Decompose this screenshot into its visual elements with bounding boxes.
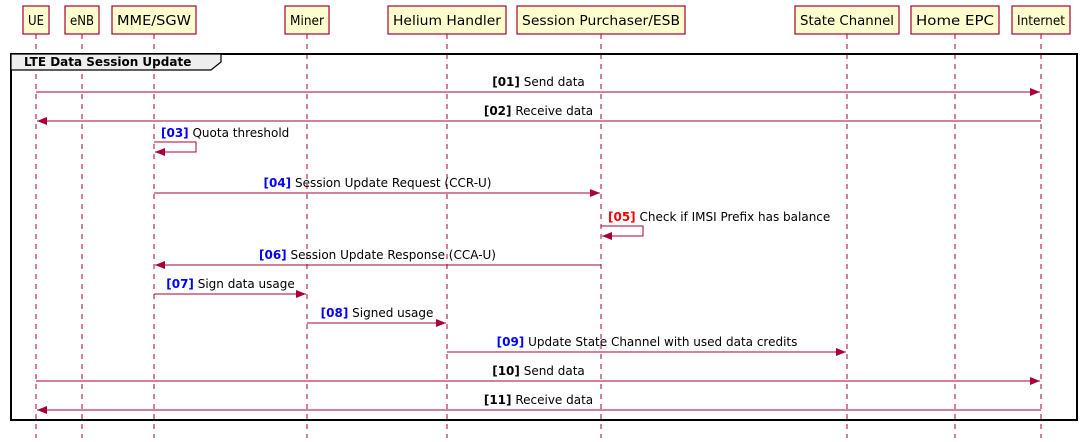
participant-label: eNB xyxy=(70,14,94,29)
message-number: [03] xyxy=(161,126,189,140)
message-text: Signed usage xyxy=(348,306,433,320)
sequence-diagram-canvas: LTE Data Session Update UE eNB MME/SGW Mine… xyxy=(10,5,1078,438)
participants: UE eNB MME/SGW Miner Helium Handler Session P… xyxy=(22,5,1071,35)
message-label: [10] Send data xyxy=(492,364,585,378)
message-label: [03] Quota threshold xyxy=(161,126,289,140)
message-number: [11] xyxy=(484,393,512,407)
arrowhead xyxy=(155,148,165,156)
message-10: [10] Send data xyxy=(36,364,1040,385)
arrowhead xyxy=(155,261,165,269)
participant-homeepc: Home EPC xyxy=(910,5,1000,35)
message-text: Update State Channel with used data cred… xyxy=(524,335,797,349)
arrowhead xyxy=(590,189,600,197)
message-text: Send data xyxy=(520,364,585,378)
message-number: [07] xyxy=(166,277,194,291)
message-1: [01] Send data xyxy=(36,75,1040,96)
participant-helium: Helium Handler xyxy=(387,5,507,35)
participant-esb: Session Purchaser/ESB xyxy=(516,5,686,35)
participant-label: UE xyxy=(28,14,44,29)
message-label: [01] Send data xyxy=(492,75,585,89)
message-number: [05] xyxy=(608,210,636,224)
message-5: [05] Check if IMSI Prefix has balance xyxy=(601,210,830,240)
message-text: Quota threshold xyxy=(189,126,290,140)
message-6: [06] Session Update Response (CCA-U) xyxy=(155,248,601,269)
message-label: [07] Sign data usage xyxy=(166,277,295,291)
message-text: Sign data usage xyxy=(194,277,295,291)
message-label: [09] Update State Channel with used data… xyxy=(497,335,798,349)
participant-internet: Internet xyxy=(1011,5,1071,35)
message-number: [10] xyxy=(492,364,520,378)
participant-label: MME/SGW xyxy=(117,14,191,29)
messages: [01] Send data [02] Receive data [03] Quot… xyxy=(36,75,1041,414)
participant-label: Miner xyxy=(290,14,325,29)
arrowhead xyxy=(436,319,446,327)
arrowhead xyxy=(836,348,846,356)
participant-label: Session Purchaser/ESB xyxy=(522,14,680,29)
participant-label: Helium Handler xyxy=(393,14,502,29)
message-text: Send data xyxy=(520,75,585,89)
message-text: Receive data xyxy=(512,104,594,118)
message-number: [02] xyxy=(484,104,512,118)
message-text: Session Update Response (CCA-U) xyxy=(287,248,496,262)
message-label: [08] Signed usage xyxy=(321,306,434,320)
participant-mme: MME/SGW xyxy=(111,5,197,35)
participant-label: Home EPC xyxy=(916,14,994,29)
message-9: [09] Update State Channel with used data… xyxy=(447,335,846,356)
participant-ue: UE xyxy=(22,5,50,35)
message-text: Session Update Request (CCR-U) xyxy=(291,176,491,190)
arrowhead xyxy=(602,232,612,240)
arrowhead xyxy=(37,406,47,414)
participant-label: State Channel xyxy=(800,14,894,29)
message-number: [04] xyxy=(263,176,291,190)
message-8: [08] Signed usage xyxy=(307,306,446,327)
message-3: [03] Quota threshold xyxy=(154,126,289,156)
arrowhead xyxy=(296,290,306,298)
participant-statechannel: State Channel xyxy=(794,5,900,35)
sequence-diagram: LTE Data Session Update UE eNB MME/SGW Mine… xyxy=(0,0,1089,442)
message-number: [06] xyxy=(259,248,287,262)
participant-enb: eNB xyxy=(64,5,100,35)
frame-title: LTE Data Session Update xyxy=(24,55,191,69)
message-label: [05] Check if IMSI Prefix has balance xyxy=(608,210,830,224)
participant-label: Internet xyxy=(1017,14,1065,29)
arrowhead xyxy=(37,117,47,125)
message-11: [11] Receive data xyxy=(37,393,1041,414)
message-label: [04] Session Update Request (CCR-U) xyxy=(263,176,491,190)
message-4: [04] Session Update Request (CCR-U) xyxy=(154,176,600,197)
message-label: [02] Receive data xyxy=(484,104,593,118)
participant-miner: Miner xyxy=(284,5,330,35)
arrowhead xyxy=(1030,377,1040,385)
arrowhead xyxy=(1030,88,1040,96)
message-text: Check if IMSI Prefix has balance xyxy=(636,210,831,224)
message-label: [06] Session Update Response (CCA-U) xyxy=(259,248,496,262)
message-label: [11] Receive data xyxy=(484,393,593,407)
message-number: [09] xyxy=(497,335,525,349)
message-7: [07] Sign data usage xyxy=(154,277,306,298)
message-number: [08] xyxy=(321,306,349,320)
message-text: Receive data xyxy=(512,393,594,407)
message-number: [01] xyxy=(492,75,520,89)
message-2: [02] Receive data xyxy=(37,104,1041,125)
